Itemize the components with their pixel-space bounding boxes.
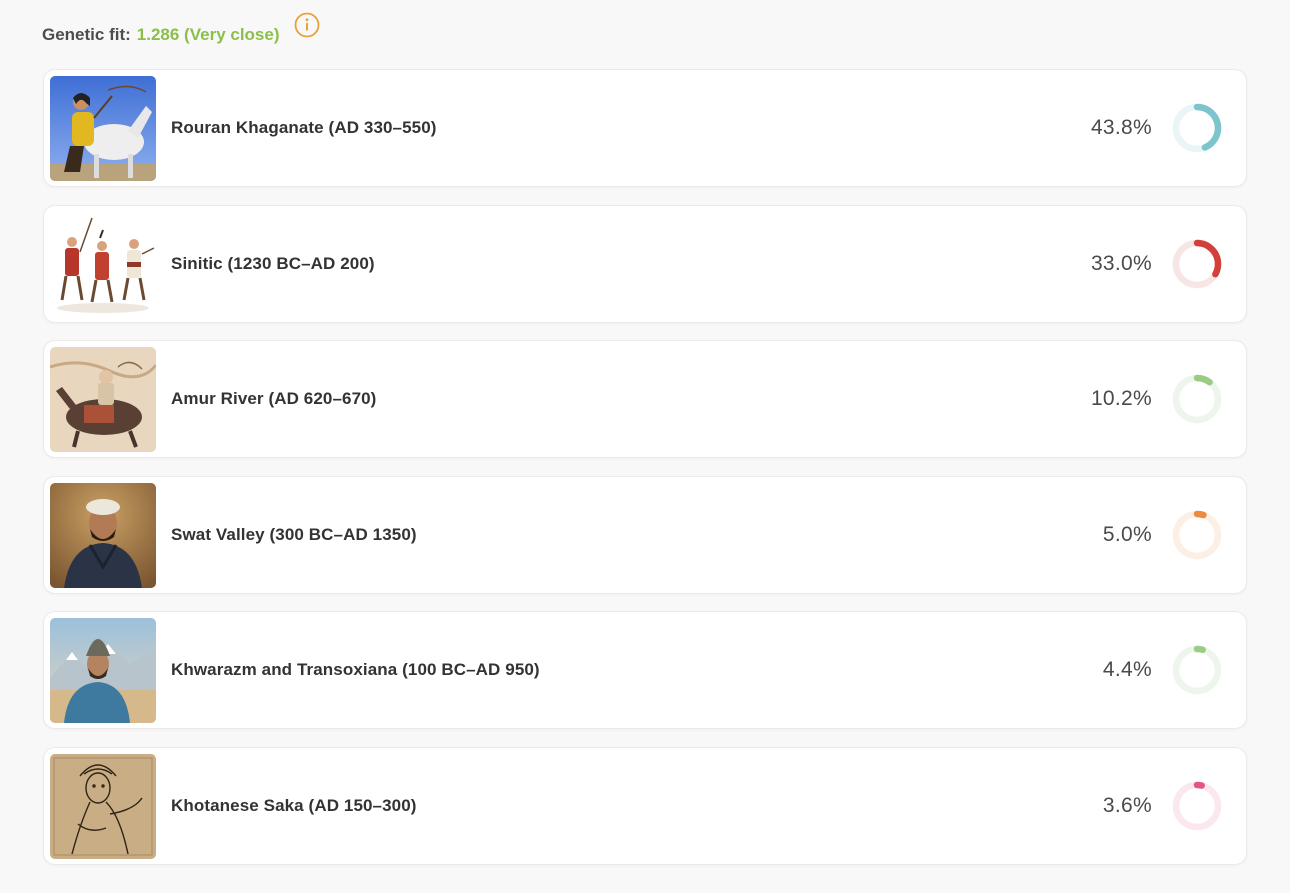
donut-svg <box>1172 374 1222 424</box>
donut-svg <box>1172 103 1222 153</box>
info-circle-icon[interactable] <box>294 12 320 38</box>
donut-track <box>1172 645 1222 695</box>
population-card[interactable]: Rouran Khaganate (AD 330–550) 43.8% <box>43 69 1247 187</box>
population-card[interactable]: Swat Valley (300 BC–AD 1350) 5.0% <box>43 475 1247 594</box>
genetic-fit-value: 1.286 (Very close) <box>136 25 280 44</box>
population-percent: 10.2% <box>1090 387 1152 410</box>
population-percent: 4.4% <box>1102 658 1152 681</box>
population-name: Khotanese Saka (AD 150–300) <box>171 795 417 815</box>
donut-track <box>1172 781 1222 830</box>
share-donut-chart <box>1171 373 1223 425</box>
donut-svg <box>1172 239 1222 288</box>
donut-svg <box>1172 510 1222 559</box>
mural-sketch-illustration <box>50 753 156 859</box>
population-name: Swat Valley (300 BC–AD 1350) <box>171 524 417 544</box>
population-name: Khwarazm and Transoxiana (100 BC–AD 950) <box>171 660 540 679</box>
horse-archer-portrait <box>50 76 156 181</box>
share-donut-chart <box>1171 102 1223 154</box>
population-list: Rouran Khaganate (AD 330–550) 43.8% Sini… <box>43 69 1247 882</box>
mountain-traveler-portrait <box>50 618 156 723</box>
share-donut-chart <box>1171 644 1223 696</box>
population-percent: 3.6% <box>1102 793 1152 817</box>
population-card[interactable]: Amur River (AD 620–670) 10.2% <box>43 340 1247 458</box>
horse-rider-painting <box>50 347 156 452</box>
genetic-fit-header: Genetic fit: 1.286 (Very close) <box>42 12 320 58</box>
population-name: Rouran Khaganate (AD 330–550) <box>171 118 437 137</box>
population-card[interactable]: Khotanese Saka (AD 150–300) 3.6% <box>43 746 1247 865</box>
donut-svg <box>1172 781 1222 830</box>
share-donut-chart <box>1171 238 1223 290</box>
ancient-soldiers-illustration <box>50 211 156 317</box>
population-percent: 33.0% <box>1090 251 1152 275</box>
population-card[interactable]: Sinitic (1230 BC–AD 200) 33.0% <box>43 204 1247 323</box>
share-donut-chart <box>1171 509 1223 561</box>
population-name: Sinitic (1230 BC–AD 200) <box>171 253 375 273</box>
population-card[interactable]: Khwarazm and Transoxiana (100 BC–AD 950)… <box>43 611 1247 729</box>
population-percent: 5.0% <box>1102 522 1152 546</box>
donut-track <box>1172 510 1222 559</box>
population-name: Amur River (AD 620–670) <box>171 389 377 408</box>
donut-svg <box>1172 645 1222 695</box>
turbaned-man-portrait <box>50 482 156 588</box>
genetic-fit-label: Genetic fit: <box>42 25 131 44</box>
population-percent: 43.8% <box>1090 116 1152 139</box>
share-donut-chart <box>1171 780 1223 832</box>
